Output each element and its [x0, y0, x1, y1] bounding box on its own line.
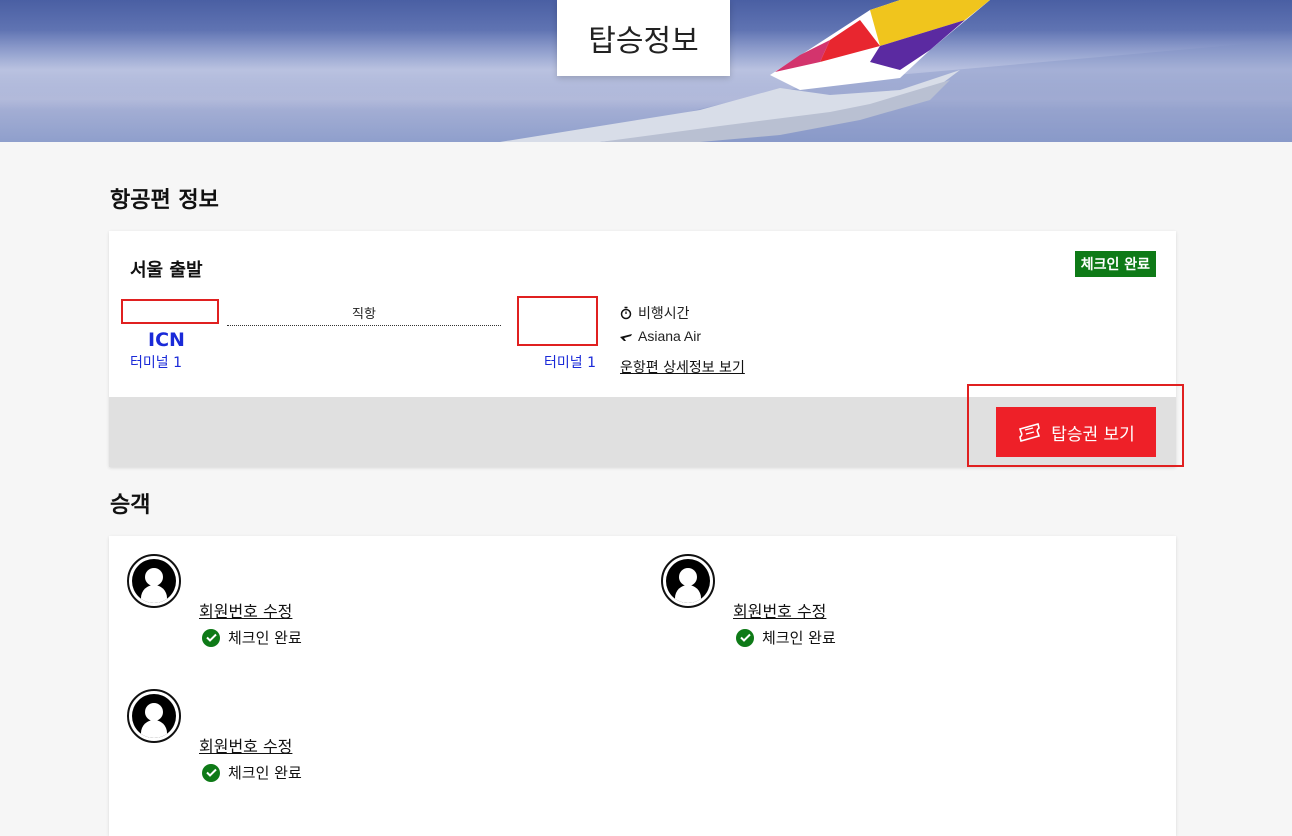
origin-terminal: 터미널 1 — [130, 355, 182, 371]
airline-row: Asiana Air — [620, 328, 701, 344]
passenger-status: 체크인 완료 — [202, 762, 302, 783]
stopwatch-icon — [620, 306, 632, 320]
redacted-destination — [517, 296, 598, 346]
flight-time-row: 비행시간 — [620, 303, 690, 323]
check-circle-icon — [202, 628, 220, 647]
passenger-status-text: 체크인 완료 — [762, 629, 836, 647]
route-dotted-line — [227, 325, 501, 326]
flight-section-title: 항공편 정보 — [110, 188, 219, 213]
edit-member-number-link[interactable]: 회원번호 수정 — [199, 733, 292, 757]
avatar — [127, 554, 181, 608]
page-title: 탑승정보 — [557, 0, 730, 76]
flight-time-label: 비행시간 — [638, 306, 690, 322]
avatar — [661, 554, 715, 608]
passenger-status-text: 체크인 완료 — [228, 629, 302, 647]
airplane-icon — [620, 334, 632, 341]
edit-member-number-link[interactable]: 회원번호 수정 — [199, 598, 292, 622]
passenger-card: 회원번호 수정 체크인 완료 회원번호 수정 체크인 완료 회원번호 수정 체크… — [109, 536, 1176, 836]
flight-detail-link[interactable]: 운항편 상세정보 보기 — [620, 357, 745, 377]
passenger-section-title: 승객 — [110, 493, 151, 518]
destination-terminal: 터미널 1 — [544, 355, 596, 371]
check-circle-icon — [736, 628, 754, 647]
route-type-label: 직항 — [352, 307, 376, 322]
avatar — [127, 689, 181, 743]
origin-airport-code: ICN — [148, 329, 185, 351]
passenger-status: 체크인 완료 — [202, 627, 302, 648]
ticket-icon — [1019, 423, 1041, 442]
redacted-origin-city — [121, 299, 219, 324]
view-boarding-pass-button[interactable]: 탑승권 보기 — [996, 407, 1156, 457]
checkin-status-badge: 체크인 완료 — [1074, 251, 1156, 277]
passenger-status-text: 체크인 완료 — [228, 764, 302, 782]
edit-member-number-link[interactable]: 회원번호 수정 — [733, 598, 826, 622]
airline-name: Asiana Air — [638, 328, 702, 344]
departure-city-label: 서울 출발 — [130, 260, 203, 281]
view-boarding-pass-label: 탑승권 보기 — [1051, 424, 1135, 445]
passenger-status: 체크인 완료 — [736, 627, 836, 648]
check-circle-icon — [202, 763, 220, 782]
